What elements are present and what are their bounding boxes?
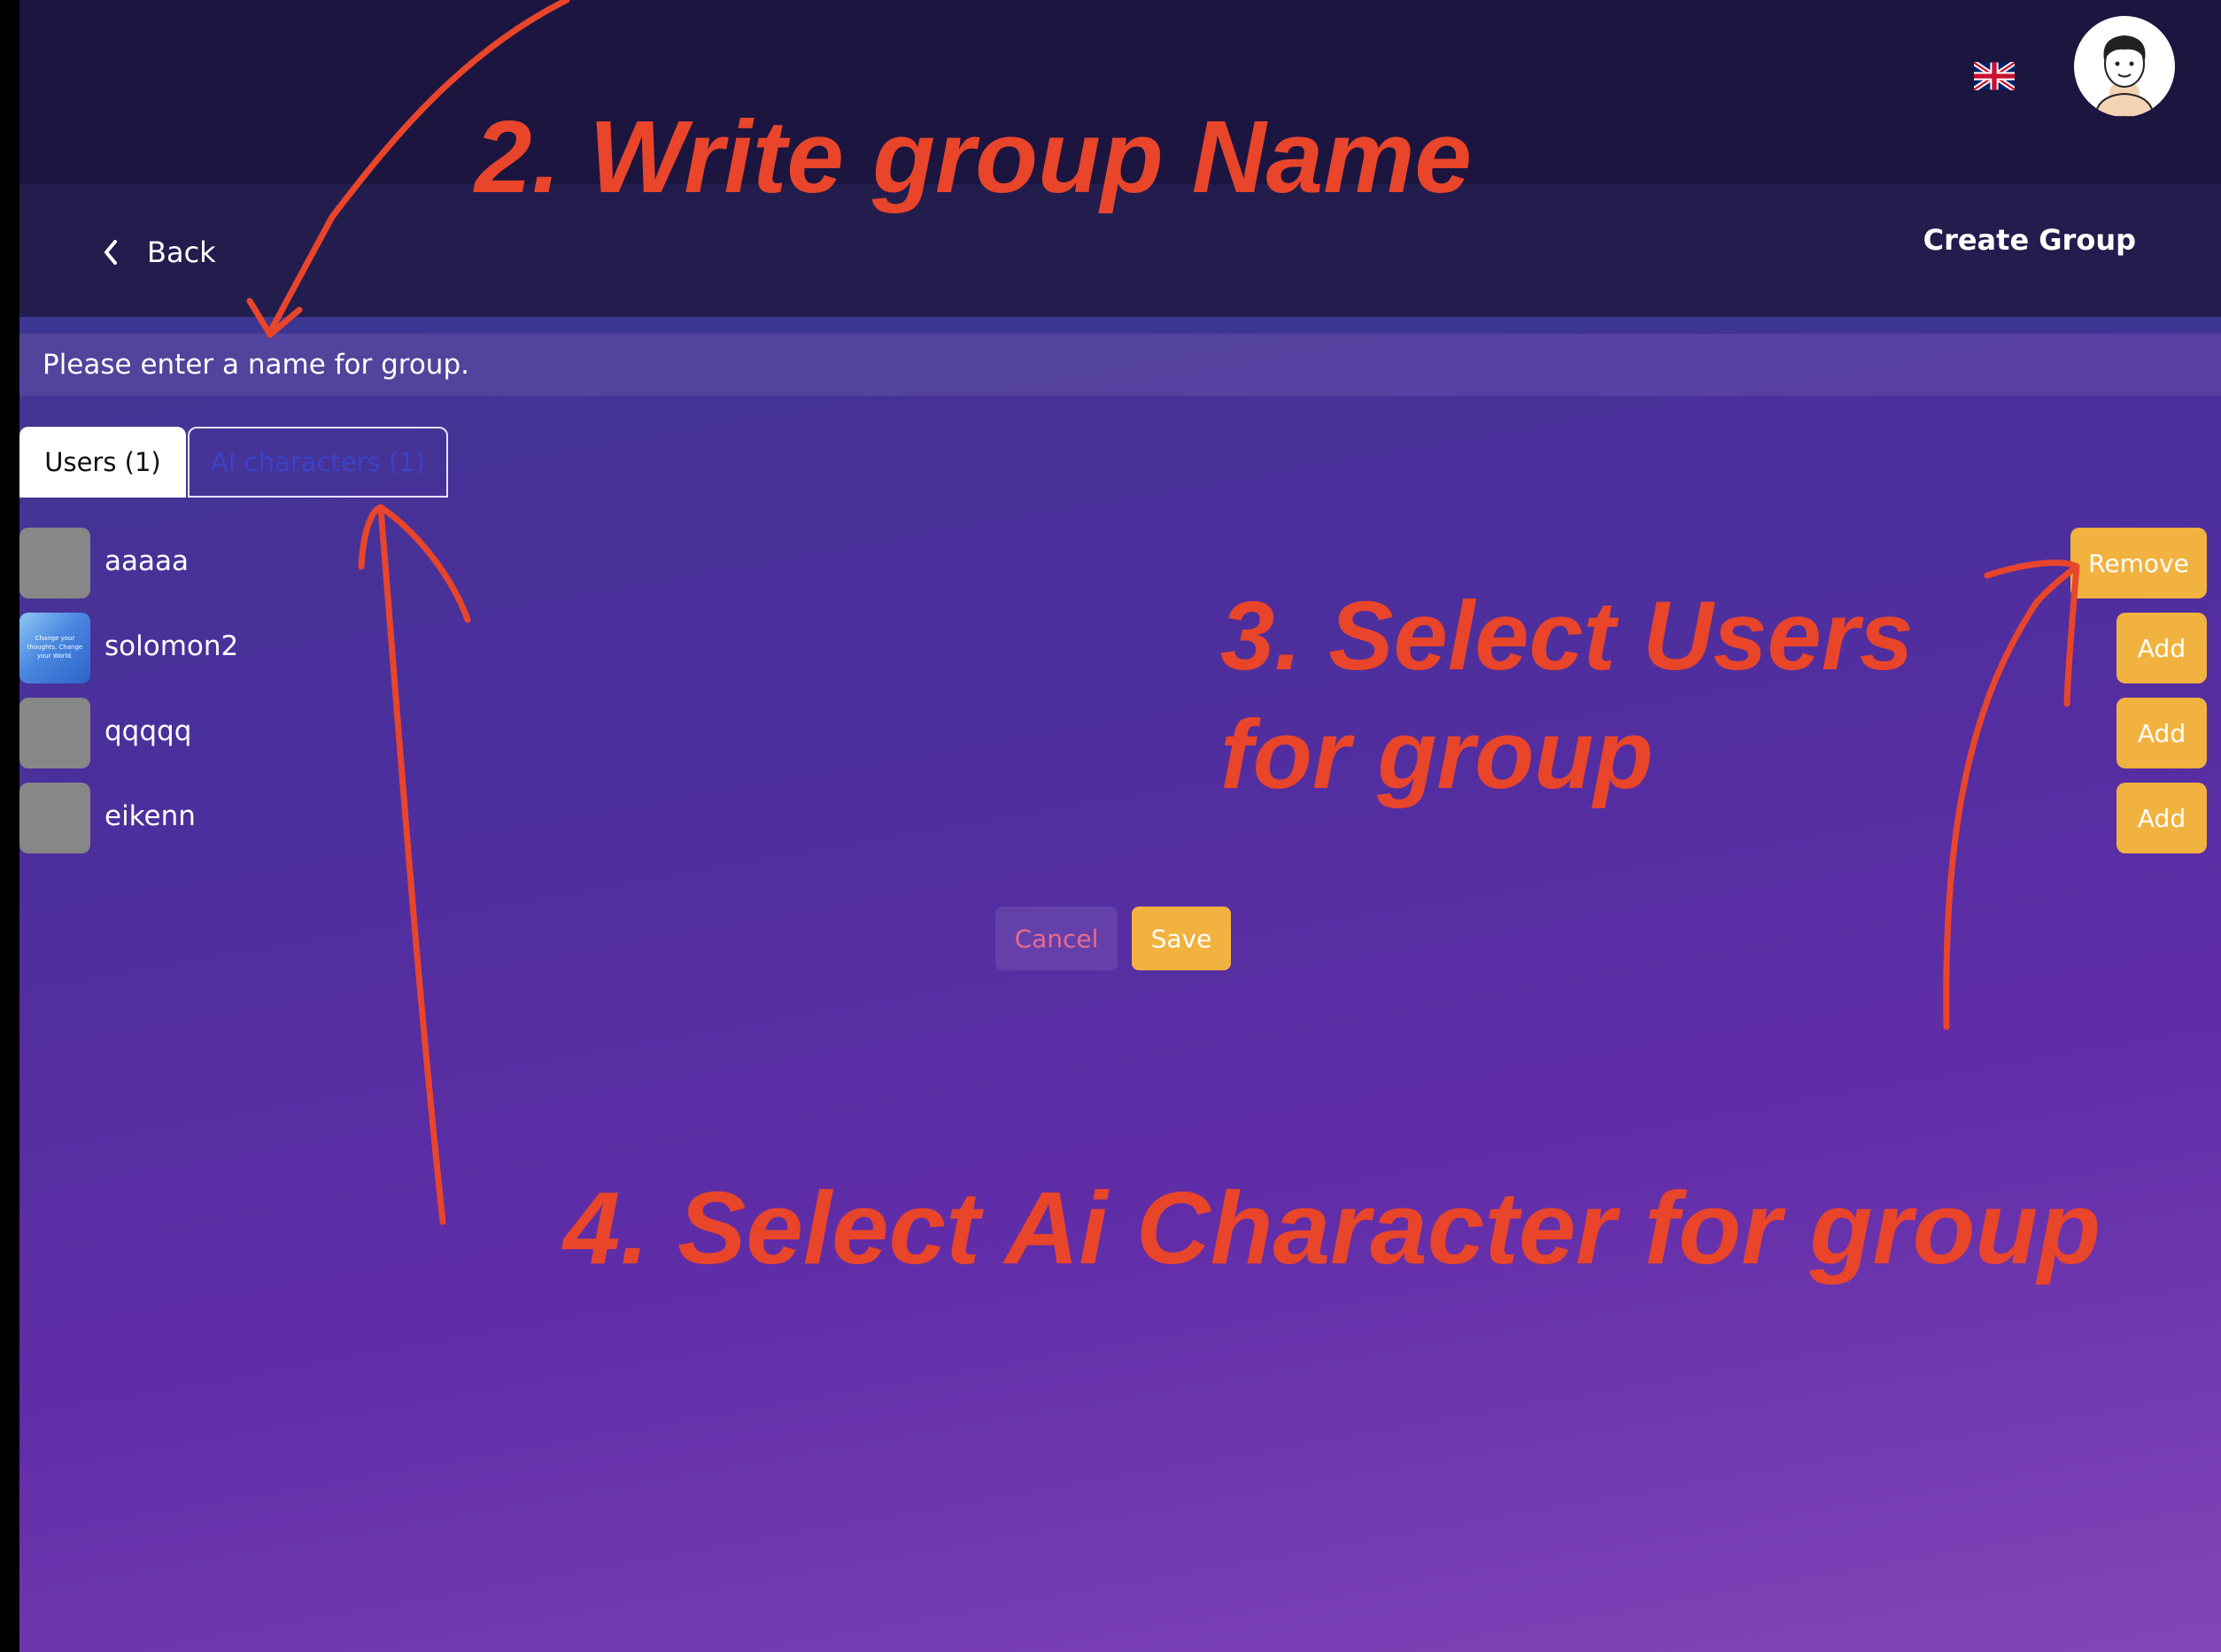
tab-ai-characters[interactable]: AI characters (1) [188,427,448,498]
add-button[interactable]: Add [2117,613,2207,683]
add-button[interactable]: Add [2117,783,2207,853]
back-button[interactable]: Back [99,226,216,279]
user-thumbnail [19,528,90,598]
annotation-step2: 2. Write group Name [475,99,1472,214]
save-button[interactable]: Save [1132,907,1231,970]
back-label: Back [147,235,216,269]
annotation-step3-line1: 3. Select Users [1220,582,1914,691]
uk-flag-icon[interactable] [1974,62,2015,90]
group-name-input[interactable] [19,334,2221,396]
app-window: Back Create Group Users (1) AI character… [19,0,2221,1652]
remove-button[interactable]: Remove [2070,528,2207,598]
annotation-step3: 3. Select Users for group [1220,577,1914,814]
user-name: eikenn [104,800,196,832]
divider [19,317,2221,333]
annotation-step4: 4. Select Ai Character for group [563,1170,2101,1285]
add-button[interactable]: Add [2117,698,2207,768]
tab-users[interactable]: Users (1) [19,427,186,498]
user-avatar-icon[interactable] [2074,16,2175,117]
user-name: qqqqq [104,715,192,747]
cancel-button[interactable]: Cancel [995,907,1118,970]
user-thumbnail: Change your thoughts, Change your World. [19,613,90,683]
user-thumbnail [19,783,90,853]
user-thumbnail [19,698,90,768]
chevron-left-icon [104,240,117,265]
annotation-step3-line2: for group [1220,700,1653,809]
thumbnail-caption: Change your thoughts, Change your World. [27,635,83,660]
user-name: solomon2 [104,630,239,662]
user-name: aaaaa [104,545,189,577]
page-title: Create Group [1923,223,2136,257]
